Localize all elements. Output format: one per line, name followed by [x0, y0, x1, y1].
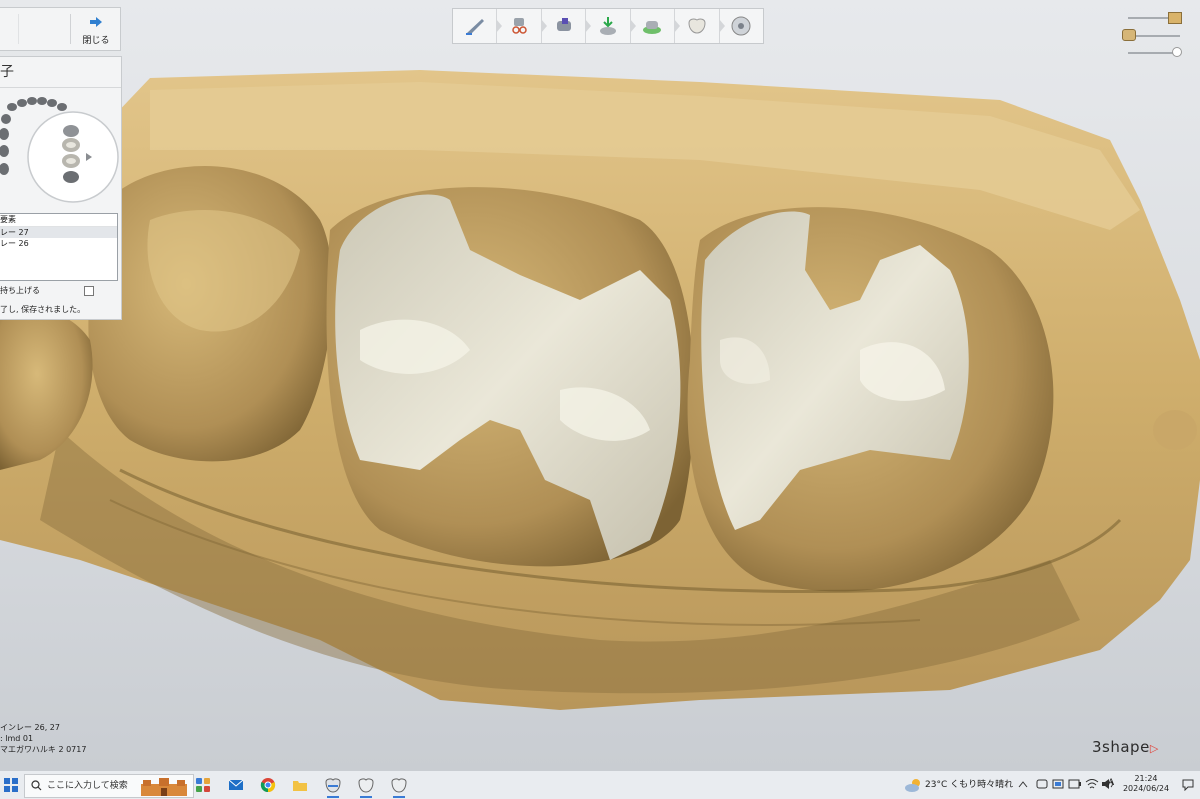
tooth-chart[interactable]	[0, 89, 121, 207]
step-margin-cut[interactable]	[497, 9, 548, 43]
step-prep-scan[interactable]	[453, 9, 503, 43]
panel-title: 子	[0, 57, 121, 88]
folder-icon	[293, 781, 307, 791]
list-item-27[interactable]: レー 27	[0, 227, 117, 238]
mail-icon	[228, 779, 244, 790]
lift-checkbox[interactable]	[84, 286, 94, 296]
ime-indicator[interactable]: A	[1108, 778, 1114, 788]
clock-time: 21:24	[1134, 774, 1158, 783]
taskbar-search[interactable]: ここに入力して検索	[24, 774, 194, 798]
workflow-toolbar	[452, 8, 764, 44]
step-download-cement[interactable]	[586, 9, 637, 43]
status-message: 了し, 保存されました。	[0, 305, 86, 314]
antagonist-visibility-slider[interactable]	[1122, 29, 1136, 41]
3d-viewport[interactable]: 閉じる 子 要素 レー 27 レー 26 持ち上げる 了し, 保存されました。 …	[0, 0, 1200, 770]
restoration-design-icon	[643, 21, 662, 34]
tooth-app-icon	[358, 778, 374, 793]
step-insertion-direction[interactable]	[542, 9, 592, 43]
battery-icon[interactable]	[1068, 779, 1082, 789]
windows-taskbar: ここに入力して検索 23°C くもり時々晴れ A 21:24 2024/06/2…	[0, 770, 1200, 799]
widgets-icon	[196, 778, 210, 792]
arrow-right-icon	[90, 17, 102, 27]
weather-text[interactable]: 23°C くもり時々晴れ	[925, 777, 1013, 790]
case-id: : lmd 01	[0, 734, 34, 743]
list-item-26[interactable]: レー 26	[0, 238, 117, 249]
save-disc-icon	[731, 16, 751, 36]
step-save-disc[interactable]	[720, 9, 763, 43]
close-panel: 閉じる	[0, 7, 121, 51]
taskbar-clock[interactable]: 21:24 2024/06/24	[1120, 774, 1172, 794]
case-patient: マエガワハルキ 2 0717	[0, 745, 87, 754]
dental-app-icon	[325, 778, 341, 793]
inlay-tooth-icon	[688, 18, 706, 34]
inlay-side-panel: 子 要素 レー 27 レー 26 持ち上げる 了し, 保存されました。	[0, 56, 122, 320]
taskbar-dental-app-3[interactable]	[388, 775, 410, 798]
step-restoration-design[interactable]	[631, 9, 681, 43]
search-icon	[31, 780, 42, 791]
step-inlay-tooth[interactable]	[675, 9, 726, 43]
taskbar-explorer[interactable]	[289, 775, 311, 795]
wifi-icon[interactable]	[1085, 778, 1099, 790]
element-list[interactable]: 要素 レー 27 レー 26	[0, 213, 118, 281]
list-header: 要素	[0, 214, 117, 227]
taskbar-widgets[interactable]	[192, 775, 214, 795]
meet-now-icon[interactable]	[1036, 778, 1048, 790]
close-label: 閉じる	[82, 36, 110, 46]
margin-cut-icon	[512, 18, 527, 34]
clock-date: 2024/06/24	[1122, 784, 1170, 793]
case-info: インレー 26, 27 : lmd 01 マエガワハルキ 2 0717	[0, 722, 86, 755]
castle-illustration-icon	[141, 778, 187, 796]
dental-model-scene[interactable]	[0, 0, 1200, 770]
brand-logo: 3shape▷	[1092, 738, 1159, 756]
windows-start-icon[interactable]	[2, 775, 20, 795]
notification-icon[interactable]	[1182, 779, 1194, 791]
insertion-direction-icon	[556, 18, 571, 31]
prep-scan-icon	[465, 19, 484, 35]
taskbar-mail[interactable]	[225, 775, 247, 795]
onedrive-icon[interactable]	[1052, 778, 1064, 790]
tooth-app-icon	[391, 778, 407, 793]
download-cement-icon	[599, 17, 616, 35]
model-knob	[1153, 410, 1197, 450]
model-visibility-slider[interactable]	[1168, 12, 1182, 24]
lift-label: 持ち上げる	[0, 286, 40, 295]
close-button[interactable]: 閉じる	[76, 12, 116, 48]
tray-chevron-up-icon[interactable]	[1018, 780, 1028, 788]
chrome-icon	[260, 778, 276, 793]
search-placeholder: ここに入力して検索	[47, 781, 128, 791]
taskbar-chrome[interactable]	[257, 775, 279, 795]
taskbar-dental-app-2[interactable]	[355, 775, 377, 798]
taskbar-dental-app-1[interactable]	[322, 775, 344, 798]
cloudy-sun-icon	[905, 779, 920, 792]
restoration-visibility-slider[interactable]	[1172, 47, 1182, 57]
case-restoration: インレー 26, 27	[0, 723, 60, 732]
lift-option: 持ち上げる	[0, 285, 118, 297]
